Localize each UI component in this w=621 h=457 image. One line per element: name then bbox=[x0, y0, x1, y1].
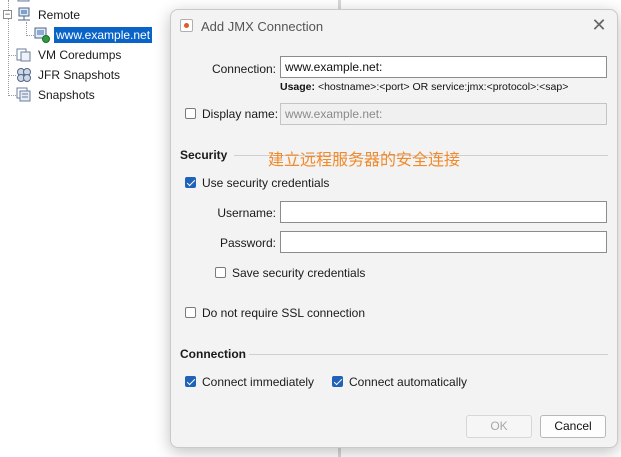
ok-button[interactable]: OK bbox=[466, 415, 532, 438]
tree-item-label: Snapshots bbox=[38, 88, 95, 102]
tree-item-snapshots[interactable]: Snapshots bbox=[16, 85, 97, 105]
tree-item-vm-coredumps[interactable]: VM Coredumps bbox=[16, 45, 123, 65]
remote-network-icon bbox=[16, 7, 32, 23]
tree-connector bbox=[8, 55, 16, 56]
username-label: Username: bbox=[217, 206, 276, 220]
jfr-snapshot-icon bbox=[16, 67, 32, 83]
tree-connector bbox=[26, 35, 34, 36]
save-credentials-label: Save security credentials bbox=[232, 266, 366, 280]
overlay-annotation: 建立远程服务器的安全连接 bbox=[268, 150, 461, 169]
tree-item-jfr-snapshots[interactable]: JFR Snapshots bbox=[16, 65, 122, 85]
app-icon bbox=[180, 19, 193, 32]
dialog-title: Add JMX Connection bbox=[201, 19, 324, 34]
tree-item-label: JFR Snapshots bbox=[38, 68, 121, 82]
no-ssl-label: Do not require SSL connection bbox=[202, 306, 365, 320]
password-label: Password: bbox=[219, 236, 276, 250]
close-icon[interactable]: ✕ bbox=[589, 15, 609, 35]
use-security-label: Use security credentials bbox=[202, 176, 330, 190]
connect-immediately-checkbox[interactable] bbox=[185, 376, 196, 387]
cancel-button[interactable]: Cancel bbox=[540, 415, 606, 438]
save-credentials-checkbox[interactable] bbox=[215, 267, 226, 278]
coredump-icon bbox=[16, 47, 32, 63]
snapshots-icon bbox=[16, 87, 32, 103]
connection-section-title: Connection bbox=[180, 347, 246, 361]
tree-item-remote-host[interactable]: www.example.net bbox=[34, 25, 153, 45]
usage-text: <hostname>:<port> OR service:jmx:<protoc… bbox=[317, 81, 569, 93]
display-name-label: Display name: bbox=[202, 107, 279, 121]
tree-item-remote[interactable]: Remote bbox=[16, 5, 82, 25]
connection-separator bbox=[249, 354, 608, 355]
add-jmx-connection-dialog: Add JMX Connection ✕ Connection: Usage: … bbox=[170, 9, 618, 448]
usage-hint: Usage: <hostname>:<port> OR service:jmx:… bbox=[280, 81, 568, 93]
display-name-checkbox[interactable] bbox=[185, 108, 196, 119]
connect-immediately-label: Connect immediately bbox=[202, 375, 315, 389]
connection-label: Connection: bbox=[211, 62, 276, 76]
tree-item-label: Remote bbox=[38, 8, 81, 22]
display-name-input[interactable] bbox=[280, 103, 607, 125]
connect-automatically-label: Connect automatically bbox=[349, 375, 468, 389]
dialog-titlebar[interactable]: Add JMX Connection ✕ bbox=[171, 10, 617, 42]
tree-item-label: www.example.net bbox=[54, 27, 153, 43]
no-ssl-checkbox[interactable] bbox=[185, 307, 196, 318]
password-input[interactable] bbox=[280, 231, 607, 253]
tree-connector bbox=[8, 75, 16, 76]
connection-input[interactable] bbox=[280, 56, 607, 78]
tree-item-label: VM Coredumps bbox=[38, 48, 122, 62]
usage-prefix: Usage: bbox=[280, 81, 316, 93]
security-section-title: Security bbox=[180, 148, 228, 162]
tree-connector bbox=[8, 95, 16, 96]
username-input[interactable] bbox=[280, 201, 607, 223]
collapse-remote-toggle[interactable]: − bbox=[3, 10, 12, 19]
connect-automatically-checkbox[interactable] bbox=[332, 376, 343, 387]
use-security-checkbox[interactable] bbox=[185, 177, 196, 188]
remote-host-icon bbox=[34, 27, 50, 43]
